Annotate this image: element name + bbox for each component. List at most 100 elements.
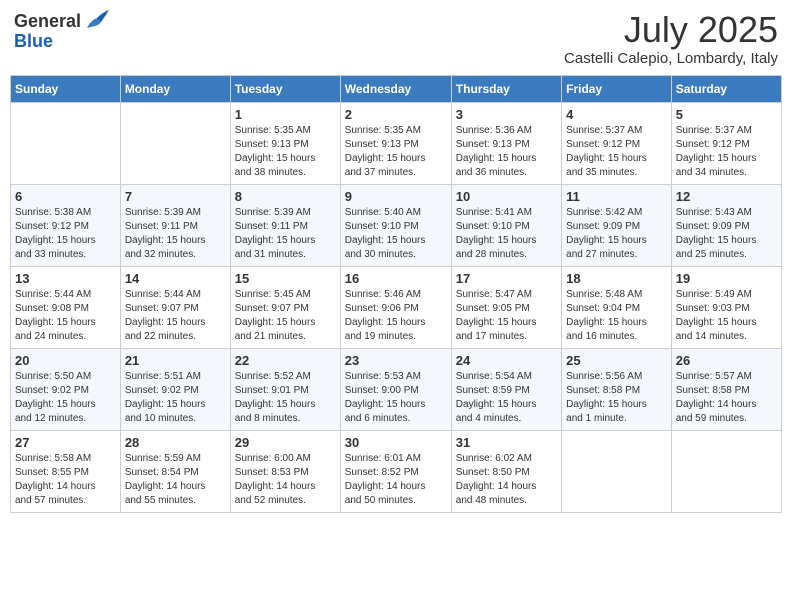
column-header-friday: Friday: [562, 75, 672, 102]
calendar-cell: 27 Sunrise: 5:58 AM Sunset: 8:55 PM Dayli…: [11, 430, 121, 512]
column-header-thursday: Thursday: [451, 75, 561, 102]
day-number: 12: [676, 189, 777, 204]
calendar-cell: 4 Sunrise: 5:37 AM Sunset: 9:12 PM Daylig…: [562, 102, 672, 184]
day-number: 5: [676, 107, 777, 122]
day-info: Sunrise: 5:37 AM Sunset: 9:12 PM Dayligh…: [566, 124, 667, 180]
calendar-cell: 30Sunrise: 6:01 AM Sunset: 8:52 PM Dayli…: [340, 430, 451, 512]
day-info: Sunrise: 5:47 AM Sunset: 9:05 PM Dayligh…: [456, 288, 557, 344]
day-info: Sunrise: 5:35 AM Sunset: 9:13 PM Dayligh…: [235, 124, 336, 180]
calendar-cell: 3 Sunrise: 5:36 AM Sunset: 9:13 PM Daylig…: [451, 102, 561, 184]
calendar-cell: 6Sunrise: 5:38 AM Sunset: 9:12 PM Daylig…: [11, 184, 121, 266]
calendar-cell: 5 Sunrise: 5:37 AM Sunset: 9:12 PM Daylig…: [671, 102, 781, 184]
day-number: 24: [456, 353, 557, 368]
day-number: 4: [566, 107, 667, 122]
day-number: 31: [456, 435, 557, 450]
day-info: Sunrise: 5:45 AM Sunset: 9:07 PM Dayligh…: [235, 288, 336, 344]
calendar-cell: 2 Sunrise: 5:35 AM Sunset: 9:13 PM Daylig…: [340, 102, 451, 184]
day-number: 23: [345, 353, 447, 368]
day-info: Sunrise: 5:58 AM Sunset: 8:55 PM Dayligh…: [15, 452, 116, 508]
day-number: 21: [125, 353, 226, 368]
day-info: Sunrise: 5:52 AM Sunset: 9:01 PM Dayligh…: [235, 370, 336, 426]
day-number: 14: [125, 271, 226, 286]
day-number: 25: [566, 353, 667, 368]
calendar-cell: 24 Sunrise: 5:54 AM Sunset: 8:59 PM Dayli…: [451, 348, 561, 430]
day-info: Sunrise: 5:49 AM Sunset: 9:03 PM Dayligh…: [676, 288, 777, 344]
day-number: 30: [345, 435, 447, 450]
column-header-tuesday: Tuesday: [230, 75, 340, 102]
day-number: 16: [345, 271, 447, 286]
day-info: Sunrise: 5:44 AM Sunset: 9:07 PM Dayligh…: [125, 288, 226, 344]
day-number: 10: [456, 189, 557, 204]
calendar-week-row: 27 Sunrise: 5:58 AM Sunset: 8:55 PM Dayli…: [11, 430, 782, 512]
day-info: Sunrise: 5:37 AM Sunset: 9:12 PM Dayligh…: [676, 124, 777, 180]
page-header: General Blue July 2025 Castelli Calepio,…: [10, 10, 782, 67]
calendar-cell: 10 Sunrise: 5:41 AM Sunset: 9:10 PM Dayli…: [451, 184, 561, 266]
calendar-cell: 21 Sunrise: 5:51 AM Sunset: 9:02 PM Dayli…: [120, 348, 230, 430]
day-number: 3: [456, 107, 557, 122]
location-title: Castelli Calepio, Lombardy, Italy: [564, 50, 778, 67]
day-number: 11: [566, 189, 667, 204]
day-number: 2: [345, 107, 447, 122]
day-info: Sunrise: 6:00 AM Sunset: 8:53 PM Dayligh…: [235, 452, 336, 508]
day-number: 6: [15, 189, 116, 204]
calendar-week-row: 1Sunrise: 5:35 AM Sunset: 9:13 PM Daylig…: [11, 102, 782, 184]
calendar-cell: 16 Sunrise: 5:46 AM Sunset: 9:06 PM Dayli…: [340, 266, 451, 348]
column-header-wednesday: Wednesday: [340, 75, 451, 102]
day-info: Sunrise: 5:59 AM Sunset: 8:54 PM Dayligh…: [125, 452, 226, 508]
logo-blue-text: Blue: [14, 32, 53, 50]
day-info: Sunrise: 5:51 AM Sunset: 9:02 PM Dayligh…: [125, 370, 226, 426]
day-number: 13: [15, 271, 116, 286]
calendar-week-row: 13Sunrise: 5:44 AM Sunset: 9:08 PM Dayli…: [11, 266, 782, 348]
calendar-cell: 23 Sunrise: 5:53 AM Sunset: 9:00 PM Dayli…: [340, 348, 451, 430]
calendar-cell: [11, 102, 121, 184]
day-number: 22: [235, 353, 336, 368]
calendar-cell: [671, 430, 781, 512]
title-section: July 2025 Castelli Calepio, Lombardy, It…: [564, 10, 778, 67]
day-number: 28: [125, 435, 226, 450]
day-number: 7: [125, 189, 226, 204]
column-header-monday: Monday: [120, 75, 230, 102]
calendar-cell: 14 Sunrise: 5:44 AM Sunset: 9:07 PM Dayli…: [120, 266, 230, 348]
day-info: Sunrise: 5:42 AM Sunset: 9:09 PM Dayligh…: [566, 206, 667, 262]
day-number: 20: [15, 353, 116, 368]
calendar-cell: 9 Sunrise: 5:40 AM Sunset: 9:10 PM Daylig…: [340, 184, 451, 266]
day-number: 9: [345, 189, 447, 204]
logo-bird-icon: [83, 10, 111, 32]
day-info: Sunrise: 5:54 AM Sunset: 8:59 PM Dayligh…: [456, 370, 557, 426]
day-info: Sunrise: 5:40 AM Sunset: 9:10 PM Dayligh…: [345, 206, 447, 262]
column-header-sunday: Sunday: [11, 75, 121, 102]
calendar-cell: [562, 430, 672, 512]
day-number: 17: [456, 271, 557, 286]
calendar-cell: 12 Sunrise: 5:43 AM Sunset: 9:09 PM Dayli…: [671, 184, 781, 266]
calendar-table: SundayMondayTuesdayWednesdayThursdayFrid…: [10, 75, 782, 513]
calendar-cell: 22 Sunrise: 5:52 AM Sunset: 9:01 PM Dayli…: [230, 348, 340, 430]
day-info: Sunrise: 5:41 AM Sunset: 9:10 PM Dayligh…: [456, 206, 557, 262]
calendar-cell: 17 Sunrise: 5:47 AM Sunset: 9:05 PM Dayli…: [451, 266, 561, 348]
day-number: 27: [15, 435, 116, 450]
logo: General Blue: [14, 10, 111, 50]
logo-general-text: General: [14, 12, 81, 30]
day-info: Sunrise: 5:43 AM Sunset: 9:09 PM Dayligh…: [676, 206, 777, 262]
day-info: Sunrise: 5:35 AM Sunset: 9:13 PM Dayligh…: [345, 124, 447, 180]
day-info: Sunrise: 5:46 AM Sunset: 9:06 PM Dayligh…: [345, 288, 447, 344]
column-header-saturday: Saturday: [671, 75, 781, 102]
day-info: Sunrise: 6:02 AM Sunset: 8:50 PM Dayligh…: [456, 452, 557, 508]
day-info: Sunrise: 5:36 AM Sunset: 9:13 PM Dayligh…: [456, 124, 557, 180]
calendar-cell: 18Sunrise: 5:48 AM Sunset: 9:04 PM Dayli…: [562, 266, 672, 348]
day-info: Sunrise: 5:48 AM Sunset: 9:04 PM Dayligh…: [566, 288, 667, 344]
day-info: Sunrise: 5:39 AM Sunset: 9:11 PM Dayligh…: [125, 206, 226, 262]
calendar-cell: [120, 102, 230, 184]
calendar-cell: 25Sunrise: 5:56 AM Sunset: 8:58 PM Dayli…: [562, 348, 672, 430]
day-number: 19: [676, 271, 777, 286]
day-info: Sunrise: 5:57 AM Sunset: 8:58 PM Dayligh…: [676, 370, 777, 426]
calendar-cell: 29Sunrise: 6:00 AM Sunset: 8:53 PM Dayli…: [230, 430, 340, 512]
day-info: Sunrise: 5:53 AM Sunset: 9:00 PM Dayligh…: [345, 370, 447, 426]
calendar-cell: 19 Sunrise: 5:49 AM Sunset: 9:03 PM Dayli…: [671, 266, 781, 348]
calendar-cell: 13Sunrise: 5:44 AM Sunset: 9:08 PM Dayli…: [11, 266, 121, 348]
day-info: Sunrise: 5:50 AM Sunset: 9:02 PM Dayligh…: [15, 370, 116, 426]
calendar-week-row: 6Sunrise: 5:38 AM Sunset: 9:12 PM Daylig…: [11, 184, 782, 266]
calendar-cell: 1Sunrise: 5:35 AM Sunset: 9:13 PM Daylig…: [230, 102, 340, 184]
calendar-cell: 15Sunrise: 5:45 AM Sunset: 9:07 PM Dayli…: [230, 266, 340, 348]
calendar-header-row: SundayMondayTuesdayWednesdayThursdayFrid…: [11, 75, 782, 102]
calendar-week-row: 20 Sunrise: 5:50 AM Sunset: 9:02 PM Dayli…: [11, 348, 782, 430]
